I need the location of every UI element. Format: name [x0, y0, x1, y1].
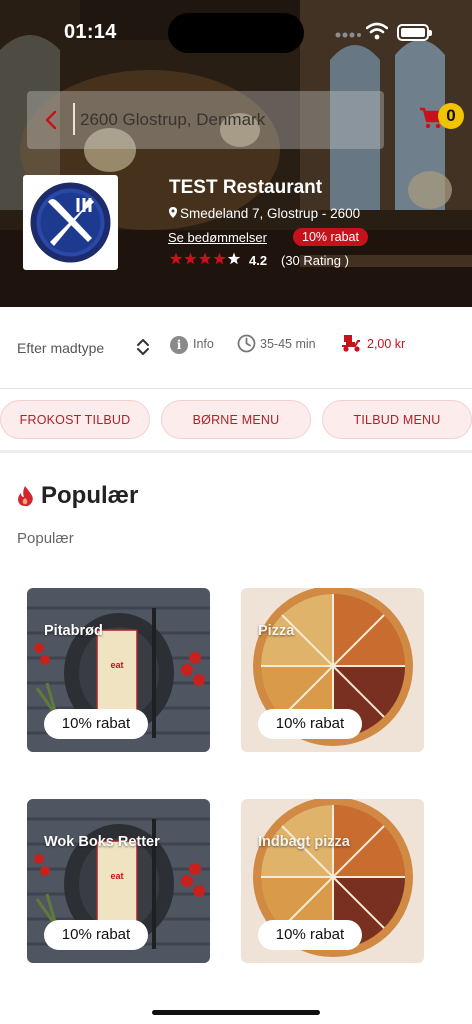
- delivery-scooter-icon: [342, 335, 360, 352]
- clock-icon: [237, 334, 256, 353]
- rating-stars: [169, 252, 241, 265]
- star-filled-icon: [198, 252, 212, 265]
- menu-card-discount: 10% rabat: [258, 920, 362, 950]
- category-tab-borne-menu[interactable]: BØRNE MENU: [161, 400, 311, 439]
- section-subtitle: Populær: [17, 530, 74, 547]
- menu-card-title: Pitabrød: [44, 623, 103, 639]
- category-tab-frokost-tilbud[interactable]: FROKOST TILBUD: [0, 400, 150, 439]
- food-type-filter[interactable]: Efter madtype: [17, 340, 104, 356]
- menu-card-wok-boks-retter[interactable]: eat Wok Boks Retter 10% rabat: [27, 799, 210, 963]
- status-time: 01:14: [64, 21, 117, 43]
- menu-card-indbagt-pizza[interactable]: Indbagt pizza 10% rabat: [241, 799, 424, 963]
- restaurant-name: TEST Restaurant: [169, 177, 323, 198]
- address-input-value[interactable]: 2600 Glostrup, Denmark: [80, 110, 265, 130]
- restaurant-address: Smedeland 7, Glostrup - 2600: [169, 206, 360, 221]
- menu-card-pizza[interactable]: Pizza 10% rabat: [241, 588, 424, 752]
- location-pin-icon: [169, 207, 177, 218]
- svg-text:eat: eat: [110, 871, 123, 881]
- flame-icon: [18, 486, 33, 507]
- star-filled-icon: [213, 252, 226, 265]
- menu-card-title: Pizza: [258, 623, 295, 639]
- section-title: Populær: [41, 482, 139, 509]
- section-divider: [0, 450, 472, 453]
- reviews-link[interactable]: Se bedømmelser: [168, 230, 267, 245]
- delivery-fee: 2,00 kr: [367, 337, 406, 351]
- up-down-chevron-icon[interactable]: [136, 338, 150, 356]
- delivery-time: 35-45 min: [260, 337, 316, 351]
- star-empty-icon: [227, 252, 241, 265]
- svg-text:eat: eat: [110, 660, 123, 670]
- address-search-bar[interactable]: 2600 Glostrup, Denmark: [27, 91, 384, 149]
- restaurant-logo: [23, 175, 118, 270]
- status-bar: 01:14: [0, 0, 472, 60]
- restaurant-info-row: Efter madtype i Info 35-45 min 2,00 kr: [0, 307, 472, 389]
- menu-card-discount: 10% rabat: [258, 709, 362, 739]
- rating-count: (30 Rating ): [281, 253, 349, 268]
- star-filled-icon: [184, 252, 197, 265]
- battery-icon: [397, 24, 432, 41]
- cart-count-badge[interactable]: 0: [438, 103, 464, 129]
- back-chevron-icon[interactable]: [45, 110, 57, 130]
- discount-badge: 10% rabat: [293, 228, 368, 246]
- menu-card-title: Wok Boks Retter: [44, 834, 160, 850]
- home-indicator[interactable]: [152, 1010, 320, 1015]
- wifi-icon: [366, 22, 388, 40]
- cellular-signal-icon: [335, 32, 361, 38]
- address-text: Smedeland 7, Glostrup - 2600: [180, 206, 361, 221]
- category-tabs: FROKOST TILBUD BØRNE MENU TILBUD MENU: [0, 400, 472, 440]
- fork-knife-logo-icon: [30, 182, 111, 263]
- category-tab-tilbud-menu[interactable]: TILBUD MENU: [322, 400, 472, 439]
- info-button-label[interactable]: Info: [193, 337, 214, 351]
- menu-card-pitabrod[interactable]: eat Pitabrød 10% rabat: [27, 588, 210, 752]
- rating-value: 4.2: [249, 253, 268, 268]
- info-icon[interactable]: i: [170, 336, 188, 354]
- dynamic-island: [168, 13, 304, 53]
- menu-card-discount: 10% rabat: [44, 709, 148, 739]
- menu-card-discount: 10% rabat: [44, 920, 148, 950]
- menu-card-title: Indbagt pizza: [258, 834, 350, 850]
- text-cursor: [73, 103, 75, 135]
- star-filled-icon: [169, 252, 183, 265]
